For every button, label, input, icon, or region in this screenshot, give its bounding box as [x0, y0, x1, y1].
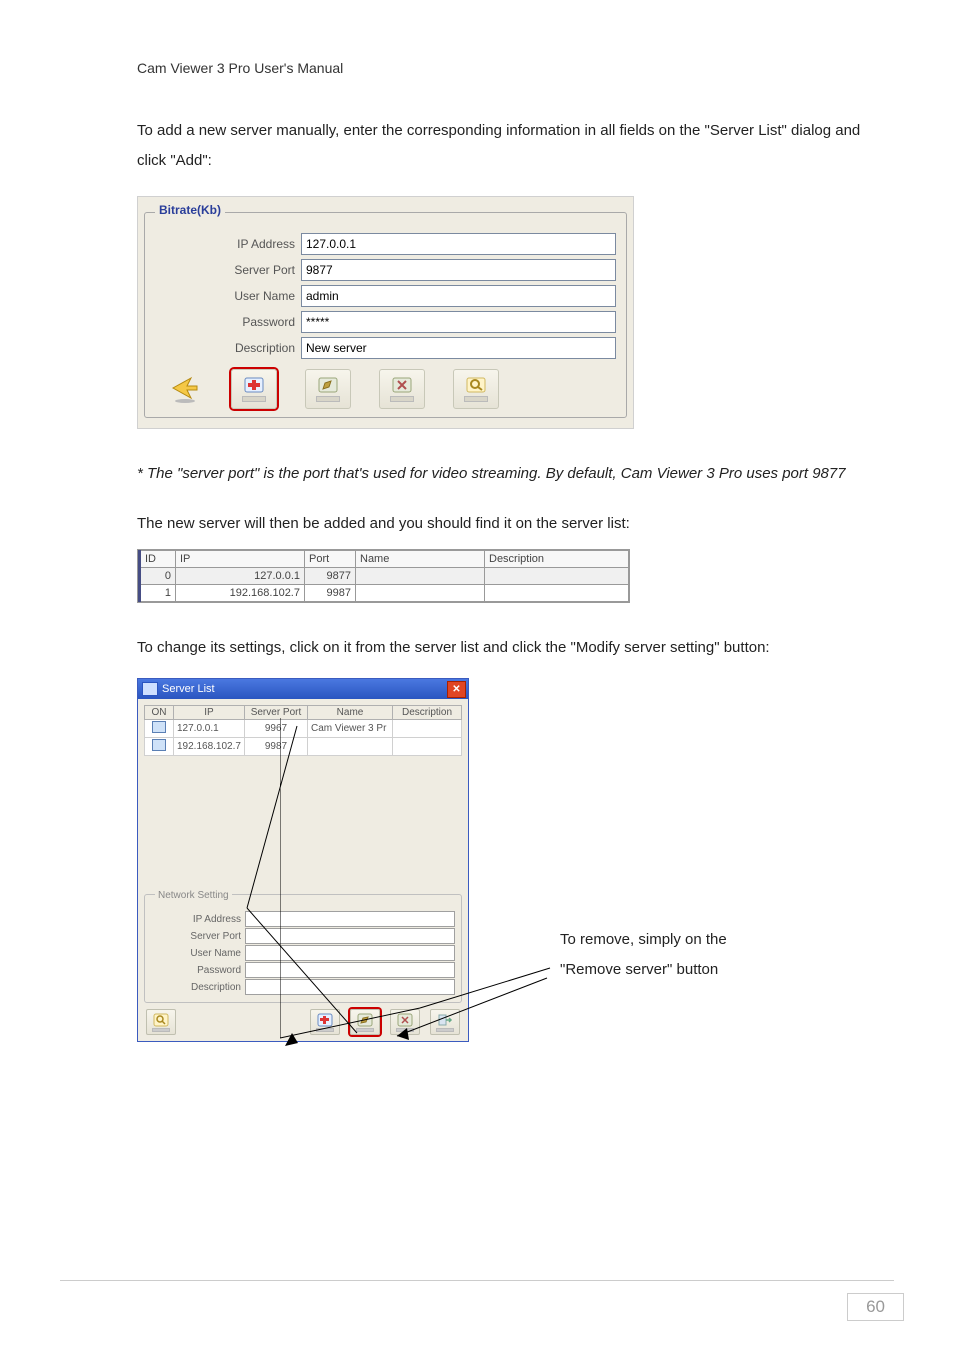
win-col-name: Name	[308, 706, 393, 720]
window-icon	[142, 682, 158, 696]
plus-icon	[317, 1013, 333, 1027]
pencil-icon	[317, 376, 339, 394]
win-port-label: Server Port	[151, 931, 245, 942]
footer-rule	[60, 1280, 894, 1281]
description-label: Description	[155, 341, 301, 355]
win-col-on: ON	[145, 706, 174, 720]
window-titlebar: Server List ✕	[138, 679, 468, 699]
col-id: ID	[140, 551, 176, 568]
table-row[interactable]: 0 127.0.0.1 9877	[140, 568, 629, 585]
server-port-input[interactable]	[301, 259, 616, 281]
modify-button[interactable]	[305, 369, 351, 409]
network-setting-legend: Network Setting	[155, 890, 232, 901]
monitor-icon	[152, 739, 166, 751]
monitor-icon	[152, 721, 166, 733]
win-add-button[interactable]	[310, 1009, 340, 1035]
page-number: 60	[847, 1293, 904, 1321]
server-list-dialog-screenshot: Bitrate(Kb) IP Address Server Port User …	[137, 196, 634, 429]
plus-icon	[243, 376, 265, 394]
col-port: Port	[305, 551, 356, 568]
pencil-icon	[357, 1013, 373, 1027]
server-list-window: Server List ✕ ON IP Server Port Name Des…	[137, 678, 469, 1042]
magnifier-icon	[153, 1013, 169, 1027]
added-text: The new server will then be added and yo…	[137, 509, 868, 539]
modify-text: To change its settings, click on it from…	[137, 633, 868, 663]
intro-text: To add a new server manually, enter the …	[137, 116, 868, 176]
remove-callout-text: To remove, simply on the "Remove server"…	[560, 925, 760, 985]
win-col-desc: Description	[393, 706, 462, 720]
description-input[interactable]	[301, 337, 616, 359]
win-user-label: User Name	[151, 948, 245, 959]
win-col-port: Server Port	[245, 706, 308, 720]
password-input[interactable]	[301, 311, 616, 333]
back-arrow-icon	[167, 371, 203, 407]
win-remove-button[interactable]	[390, 1009, 420, 1035]
win-exit-button[interactable]	[430, 1009, 460, 1035]
remove-button[interactable]	[379, 369, 425, 409]
win-pass-label: Password	[151, 965, 245, 976]
win-ip-input[interactable]	[245, 911, 455, 927]
list-item[interactable]: 127.0.0.1 9967 Cam Viewer 3 Pr	[145, 720, 462, 738]
page-header: Cam Viewer 3 Pro User's Manual	[137, 60, 954, 76]
win-search-button[interactable]	[146, 1009, 176, 1035]
user-name-input[interactable]	[301, 285, 616, 307]
add-button[interactable]	[231, 369, 277, 409]
password-label: Password	[155, 315, 301, 329]
col-ip: IP	[176, 551, 305, 568]
ip-address-input[interactable]	[301, 233, 616, 255]
win-user-input[interactable]	[245, 945, 455, 961]
win-desc-label: Description	[151, 982, 245, 993]
win-desc-input[interactable]	[245, 979, 455, 995]
win-col-ip: IP	[174, 706, 245, 720]
door-exit-icon	[437, 1013, 453, 1027]
user-name-label: User Name	[155, 289, 301, 303]
col-name: Name	[356, 551, 485, 568]
search-button[interactable]	[453, 369, 499, 409]
server-list-table-screenshot: ID IP Port Name Description 0 127.0.0.1 …	[137, 549, 630, 603]
port-note: * The "server port" is the port that's u…	[137, 459, 868, 489]
win-port-input[interactable]	[245, 928, 455, 944]
window-title: Server List	[162, 683, 215, 695]
x-icon	[397, 1013, 413, 1027]
win-modify-button[interactable]	[350, 1009, 380, 1035]
x-icon	[391, 376, 413, 394]
fieldset-legend: Bitrate(Kb)	[155, 203, 225, 217]
server-port-label: Server Port	[155, 263, 301, 277]
table-row[interactable]: 1 192.168.102.7 9987	[140, 585, 629, 602]
ip-address-label: IP Address	[155, 237, 301, 251]
magnifier-icon	[465, 376, 487, 394]
close-icon[interactable]: ✕	[447, 681, 466, 698]
win-ip-label: IP Address	[151, 914, 245, 925]
col-desc: Description	[485, 551, 629, 568]
win-pass-input[interactable]	[245, 962, 455, 978]
list-item[interactable]: 192.168.102.7 9987	[145, 738, 462, 756]
